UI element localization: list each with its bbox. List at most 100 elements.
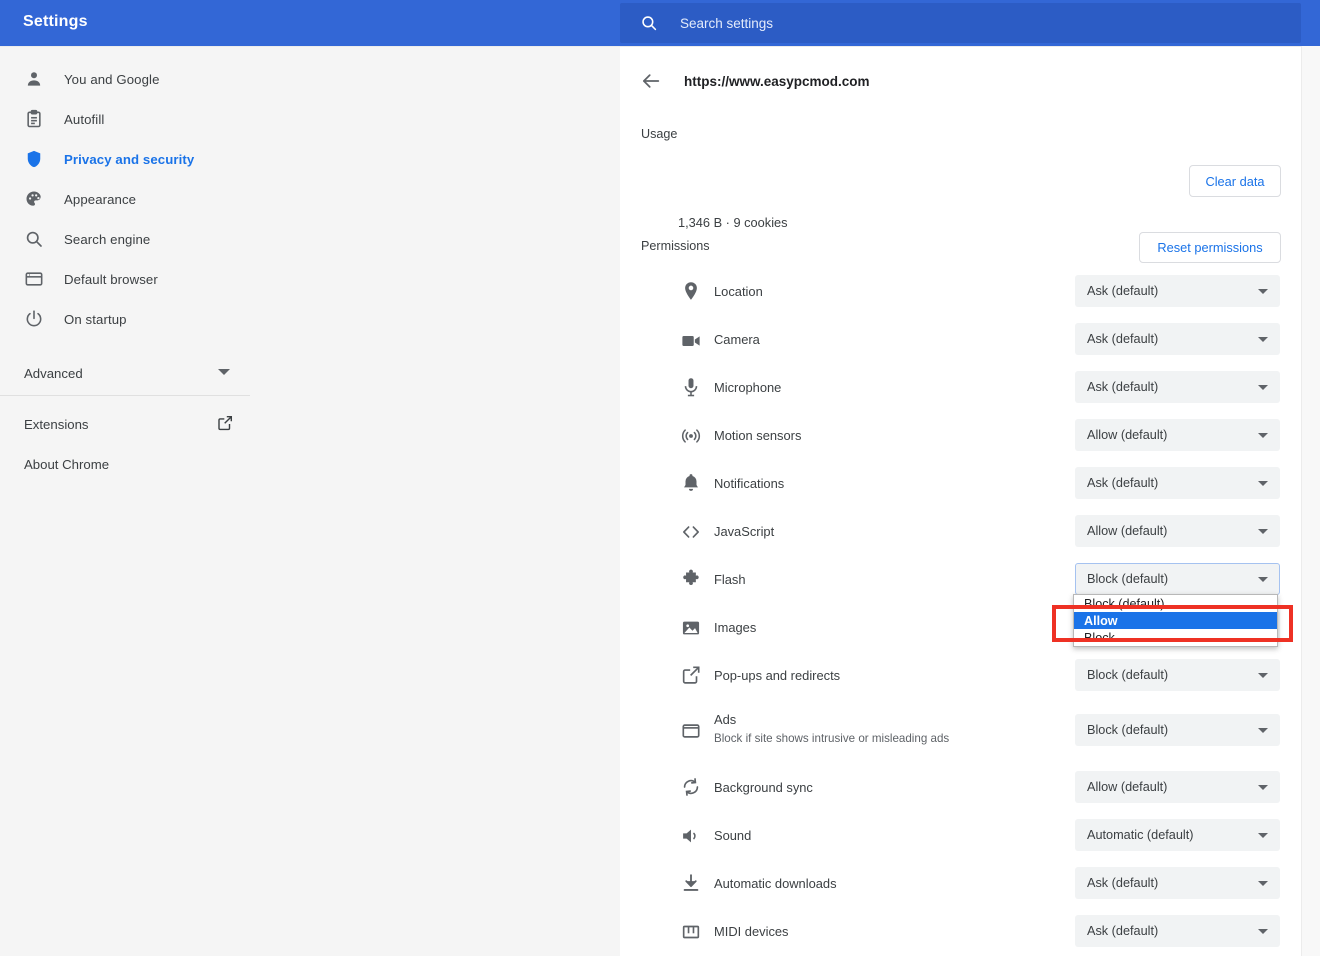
permission-label: Flash <box>714 572 746 587</box>
chevron-down-icon <box>1258 881 1268 886</box>
panel-right-gutter <box>1301 46 1320 956</box>
browser-window-icon <box>25 272 43 286</box>
sync-icon <box>683 778 699 796</box>
page-title: Settings <box>23 13 88 30</box>
permission-label: Camera <box>714 332 760 347</box>
permission-row-midi-devices: MIDI devices Ask (default) <box>620 907 1301 955</box>
dropdown-option[interactable]: Block <box>1074 629 1277 646</box>
sidebar-item-label: You and Google <box>64 71 160 87</box>
permission-select-value: Allow (default) <box>1087 524 1168 538</box>
permission-row-javascript: JavaScript Allow (default) <box>620 507 1301 555</box>
chevron-down-icon <box>218 369 230 375</box>
chevron-down-icon <box>1258 529 1268 534</box>
chevron-down-icon <box>1258 785 1268 790</box>
chevron-down-icon <box>1258 433 1268 438</box>
permission-sublabel: Block if site shows intrusive or mislead… <box>714 732 950 745</box>
permission-select-value: Allow (default) <box>1087 428 1168 442</box>
bell-icon <box>684 474 698 491</box>
arrow-back-icon[interactable] <box>640 70 662 92</box>
permission-label: Notifications <box>714 476 785 491</box>
location-pin-icon <box>685 282 697 300</box>
sidebar-item-on-startup[interactable]: On startup <box>0 299 250 339</box>
search-settings-box[interactable] <box>620 3 1301 43</box>
permission-select-midi-devices[interactable]: Ask (default) <box>1075 915 1280 947</box>
chevron-down-icon <box>1258 833 1268 838</box>
sidebar-item-about-chrome[interactable]: About Chrome <box>0 444 250 484</box>
permission-select-value: Block (default) <box>1087 668 1169 682</box>
sidebar-item-label: About Chrome <box>24 456 110 472</box>
search-input[interactable] <box>680 11 1240 35</box>
sidebar-item-autofill[interactable]: Autofill <box>0 99 250 139</box>
permissions-section-label: Permissions <box>641 239 710 253</box>
dropdown-option[interactable]: Block (default) <box>1074 595 1277 612</box>
sidebar-item-label: Extensions <box>24 416 89 432</box>
permission-select-location[interactable]: Ask (default) <box>1075 275 1280 307</box>
permission-select-ads[interactable]: Block (default) <box>1075 714 1280 746</box>
permission-label: Images <box>714 620 757 635</box>
flash-permission-dropdown-list[interactable]: Block (default) Allow Block <box>1073 594 1278 647</box>
sidebar-item-appearance[interactable]: Appearance <box>0 179 250 219</box>
permission-select-value: Ask (default) <box>1087 332 1159 346</box>
permission-select-popups-and-redirects[interactable]: Block (default) <box>1075 659 1280 691</box>
open-in-new-icon <box>218 415 233 431</box>
permission-label: Microphone <box>714 380 782 395</box>
chevron-down-icon <box>1258 481 1268 486</box>
person-icon <box>27 72 41 86</box>
ad-box-icon <box>682 724 700 738</box>
site-settings-panel: https://www.easypcmod.com Usage 1,346 B … <box>620 46 1301 956</box>
open-in-new-icon <box>682 666 700 684</box>
chevron-down-icon <box>1258 385 1268 390</box>
permission-label: Pop-ups and redirects <box>714 668 841 683</box>
permission-select-value: Allow (default) <box>1087 780 1168 794</box>
sidebar-item-extensions[interactable]: Extensions <box>0 404 250 444</box>
permission-select-value: Ask (default) <box>1087 380 1159 394</box>
permission-row-location: Location Ask (default) <box>620 267 1301 315</box>
permission-select-value: Block (default) <box>1087 572 1169 586</box>
chevron-down-icon <box>1258 673 1268 678</box>
image-icon <box>682 621 700 635</box>
dropdown-option-selected[interactable]: Allow <box>1074 612 1277 629</box>
microphone-icon <box>684 378 698 397</box>
sidebar-advanced-label: Advanced <box>24 365 83 381</box>
reset-permissions-button[interactable]: Reset permissions <box>1139 232 1281 263</box>
permission-label: Ads <box>714 712 737 727</box>
puzzle-piece-icon <box>683 569 699 586</box>
permission-select-camera[interactable]: Ask (default) <box>1075 323 1280 355</box>
code-brackets-icon <box>683 526 699 538</box>
permission-select-flash[interactable]: Block (default) <box>1075 563 1280 595</box>
top-app-bar: Settings <box>0 0 1320 46</box>
permission-select-value: Block (default) <box>1087 723 1169 737</box>
permission-select-motion-sensors[interactable]: Allow (default) <box>1075 419 1280 451</box>
sidebar-item-search-engine[interactable]: Search engine <box>0 219 250 259</box>
permission-label: Sound <box>714 828 752 843</box>
settings-window: Settings You and Google Autofill <box>0 0 1320 956</box>
chevron-down-icon <box>1258 289 1268 294</box>
sidebar-item-label: Privacy and security <box>64 151 195 167</box>
sidebar-item-privacy-and-security[interactable]: Privacy and security <box>0 139 250 179</box>
video-camera-icon <box>682 336 700 346</box>
search-icon <box>642 16 657 31</box>
sidebar-item-default-browser[interactable]: Default browser <box>0 259 250 299</box>
permission-select-background-sync[interactable]: Allow (default) <box>1075 771 1280 803</box>
shield-icon <box>27 150 41 168</box>
chevron-down-icon <box>1258 337 1268 342</box>
permission-select-microphone[interactable]: Ask (default) <box>1075 371 1280 403</box>
permission-select-javascript[interactable]: Allow (default) <box>1075 515 1280 547</box>
permission-row-ads: Ads Block if site shows intrusive or mis… <box>620 699 1301 761</box>
permission-select-sound[interactable]: Automatic (default) <box>1075 819 1280 851</box>
power-icon <box>26 310 42 327</box>
sidebar-advanced-toggle[interactable]: Advanced <box>0 353 250 393</box>
settings-sidebar: You and Google Autofill Privacy and secu… <box>0 46 620 956</box>
clear-data-button[interactable]: Clear data <box>1189 165 1281 197</box>
permission-select-value: Ask (default) <box>1087 476 1159 490</box>
permission-select-notifications[interactable]: Ask (default) <box>1075 467 1280 499</box>
usage-section-label: Usage <box>641 127 678 141</box>
permission-row-sound: Sound Automatic (default) <box>620 811 1301 859</box>
sidebar-item-you-and-google[interactable]: You and Google <box>0 59 250 99</box>
site-header: https://www.easypcmod.com <box>620 61 1301 101</box>
sidebar-item-label: Search engine <box>64 231 151 247</box>
permission-select-automatic-downloads[interactable]: Ask (default) <box>1075 867 1280 899</box>
permission-select-value: Ask (default) <box>1087 924 1159 938</box>
search-icon <box>26 231 42 247</box>
permission-row-background-sync: Background sync Allow (default) <box>620 763 1301 811</box>
